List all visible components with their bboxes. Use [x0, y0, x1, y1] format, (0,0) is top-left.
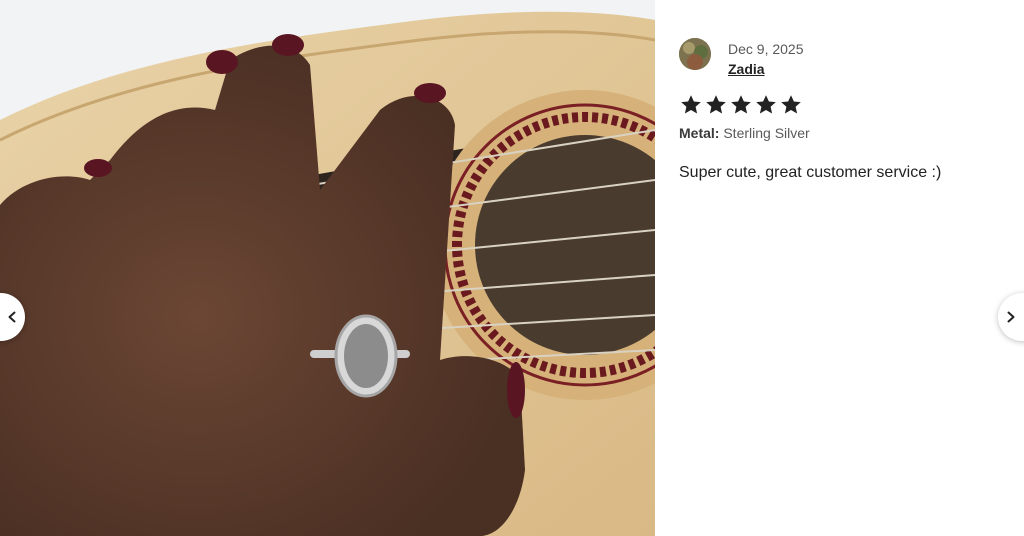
star-icon [781, 95, 801, 114]
review-photo [0, 0, 655, 536]
review-panel: Dec 9, 2025 Zadia Metal: Sterling Silver… [655, 0, 1024, 536]
star-rating [679, 93, 803, 117]
chevron-right-icon [1007, 311, 1015, 323]
review-lightbox: Dec 9, 2025 Zadia Metal: Sterling Silver… [0, 0, 1024, 536]
star-icon [681, 95, 701, 114]
review-text: Super cute, great customer service :) [679, 164, 942, 181]
avatar-image [679, 38, 711, 70]
variation-value: Sterling Silver [723, 125, 810, 141]
star-icon [706, 95, 726, 114]
review-photo-image [0, 0, 655, 536]
reviewer-name-link[interactable]: Zadia [728, 61, 765, 77]
star-icon [731, 95, 751, 114]
chevron-left-icon [8, 311, 16, 323]
review-date: Dec 9, 2025 [728, 41, 804, 57]
variation-label: Metal: [679, 125, 720, 141]
variation-info: Metal: Sterling Silver [679, 125, 810, 141]
star-icon [756, 95, 776, 114]
avatar[interactable] [679, 38, 711, 70]
